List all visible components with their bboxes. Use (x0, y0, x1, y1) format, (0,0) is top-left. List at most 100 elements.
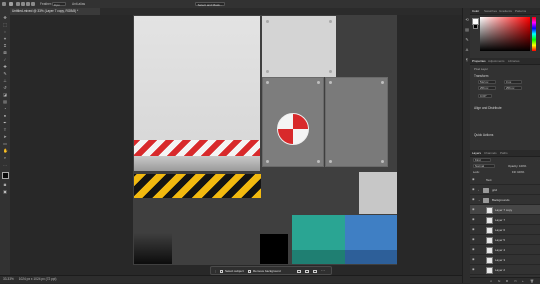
select-subject-button[interactable]: Select subject (225, 269, 244, 274)
marquee-tool-icon[interactable]: ⬚ (3, 23, 7, 27)
marquee-tool-preset-icon[interactable] (9, 2, 13, 6)
type-tool-icon[interactable]: T (3, 128, 7, 132)
rectangle-tool-icon[interactable]: ▭ (3, 142, 7, 146)
chevron-right-icon[interactable]: › (478, 185, 479, 195)
feather-input[interactable]: 0 px (52, 1, 66, 7)
angle-field[interactable]: 0.00° (478, 94, 492, 98)
intersect-selection-icon[interactable] (31, 2, 35, 6)
visibility-eye-icon[interactable]: ◉ (472, 208, 475, 211)
frame-tool-icon[interactable]: ⊠ (3, 51, 7, 55)
crop-tool-icon[interactable]: ⌗ (3, 44, 7, 48)
x-field[interactable]: 0 px (504, 80, 522, 84)
visibility-eye-icon[interactable]: ◉ (472, 258, 475, 261)
transform-icon[interactable] (297, 269, 301, 273)
delete-layer-icon[interactable]: 🗑 (530, 279, 534, 283)
gradient-tool-icon[interactable]: ▤ (3, 100, 7, 104)
layer-filter-kind[interactable]: Kind (473, 158, 491, 162)
more-options-icon[interactable]: ⋯ (321, 268, 325, 273)
document-canvas[interactable] (133, 15, 397, 265)
healing-brush-tool-icon[interactable]: ✚ (3, 65, 7, 69)
brush-tool-icon[interactable]: ✎ (3, 72, 7, 76)
chevron-down-icon[interactable]: ⌄ (478, 195, 481, 205)
layer-row-group-backgrounds[interactable]: ◉ ⌄ Backgrounds (470, 195, 540, 205)
brushes-panel-icon[interactable]: ✎ (465, 38, 469, 42)
tab-paths[interactable]: Paths (500, 150, 508, 156)
select-and-mask-button[interactable]: Select and Mask... (195, 1, 225, 7)
more-tools-icon[interactable]: … (3, 163, 7, 167)
visibility-eye-icon[interactable]: ◉ (472, 188, 475, 191)
object-selection-tool-icon[interactable]: ⌖ (3, 37, 7, 41)
background-color-swatch[interactable] (473, 24, 478, 29)
tab-properties[interactable]: Properties (472, 58, 486, 64)
eyedropper-tool-icon[interactable]: ⁄ (3, 58, 7, 62)
new-selection-icon[interactable] (16, 2, 20, 6)
layer-row[interactable]: ◉ Layer 2 (470, 265, 540, 275)
history-brush-tool-icon[interactable]: ↺ (3, 86, 7, 90)
blend-mode-select[interactable]: Normal (473, 164, 495, 168)
link-layers-icon[interactable]: ∞ (490, 279, 492, 283)
fill-control[interactable]: Fill: 100% (512, 170, 524, 174)
document-info[interactable]: 1024 px x 1024 px (72 ppi) (19, 277, 57, 281)
anti-alias-checkbox[interactable]: Anti-alias (72, 2, 85, 6)
layer-row-text[interactable]: ◉ Text (470, 175, 540, 185)
layer-row[interactable]: ◉ Layer 5 (470, 235, 540, 245)
visibility-eye-icon[interactable]: ◉ (472, 228, 475, 231)
tab-gradients[interactable]: Gradients (499, 8, 512, 14)
tab-adjustments[interactable]: Adjustments (488, 58, 505, 64)
color-picker-field[interactable] (480, 17, 530, 51)
layer-row[interactable]: ◉ Layer 3 (470, 255, 540, 265)
hand-tool-icon[interactable]: ✋ (3, 149, 8, 153)
move-tool-icon[interactable]: ✥ (3, 16, 7, 20)
add-mask-icon[interactable]: ◘ (506, 279, 508, 283)
document-tab[interactable]: Untitled-mixed @ 33% (Layer 7 copy, RGB/… (10, 8, 100, 15)
drag-handle-icon[interactable]: ⋮ (214, 269, 217, 273)
mask-icon[interactable] (305, 269, 309, 273)
new-layer-icon[interactable]: + (522, 279, 524, 283)
tab-color[interactable]: Color (472, 8, 479, 14)
layer-row[interactable]: ◉ Layer 7 (470, 215, 540, 225)
quick-mask-icon[interactable]: ◙ (3, 183, 7, 187)
visibility-eye-icon[interactable]: ◉ (472, 178, 475, 181)
blur-tool-icon[interactable]: ◔ (3, 107, 7, 111)
history-panel-icon[interactable]: ⟲ (465, 18, 469, 22)
tab-swatches[interactable]: Swatches (484, 8, 497, 14)
visibility-eye-icon[interactable]: ◉ (472, 198, 475, 201)
new-group-icon[interactable]: ▭ (514, 279, 517, 283)
visibility-eye-icon[interactable]: ◉ (472, 248, 475, 251)
layer-row-group-grid[interactable]: ◉ › grid (470, 185, 540, 195)
clone-stamp-tool-icon[interactable]: ⊥ (3, 79, 7, 83)
home-icon[interactable] (2, 2, 6, 6)
layer-row-selected[interactable]: ◉ Layer 7 copy (470, 205, 540, 215)
screen-mode-icon[interactable]: ▣ (3, 190, 7, 194)
fill-icon[interactable] (313, 269, 317, 273)
y-field[interactable]: 256 px (504, 86, 522, 90)
dodge-tool-icon[interactable]: ● (3, 114, 7, 118)
foreground-color-swatch[interactable] (2, 172, 9, 179)
tab-libraries[interactable]: Libraries (508, 58, 520, 64)
visibility-eye-icon[interactable]: ◉ (472, 268, 475, 271)
tab-layers[interactable]: Layers (472, 150, 481, 156)
path-selection-tool-icon[interactable]: ➤ (3, 135, 7, 139)
opacity-control[interactable]: Opacity: 100% (508, 164, 526, 168)
zoom-tool-icon[interactable]: ⌕ (3, 156, 7, 160)
add-style-icon[interactable]: fx (498, 279, 500, 283)
hue-slider[interactable] (532, 17, 536, 51)
zoom-level[interactable]: 33.33% (3, 277, 14, 281)
pen-tool-icon[interactable]: ✒ (3, 121, 7, 125)
tab-patterns[interactable]: Patterns (515, 8, 526, 14)
visibility-eye-icon[interactable]: ◉ (472, 218, 475, 221)
layer-row[interactable]: ◉ Layer 4 (470, 245, 540, 255)
width-field[interactable]: 512 px (478, 80, 496, 84)
layer-row[interactable]: ◉ Layer 6 (470, 225, 540, 235)
paragraph-panel-icon[interactable]: ¶ (465, 58, 469, 62)
height-field[interactable]: 256 px (478, 86, 496, 90)
remove-background-button[interactable]: Remove background (253, 269, 281, 274)
libraries-panel-icon[interactable]: ▤ (465, 28, 469, 32)
eraser-tool-icon[interactable]: ◪ (3, 93, 7, 97)
lasso-tool-icon[interactable]: ◌ (3, 30, 7, 34)
add-to-selection-icon[interactable] (21, 2, 25, 6)
character-panel-icon[interactable]: A (465, 48, 469, 52)
visibility-eye-icon[interactable]: ◉ (472, 238, 475, 241)
tab-channels[interactable]: Channels (484, 150, 497, 156)
subtract-selection-icon[interactable] (26, 2, 30, 6)
